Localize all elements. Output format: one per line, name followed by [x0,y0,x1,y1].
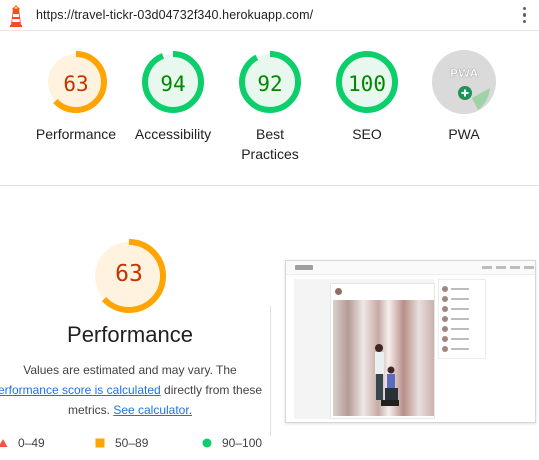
gauge-score: 92 [257,72,283,96]
thumb-sidebar-row [442,306,482,312]
gauge-label: Performance [35,126,117,142]
gauge-label-line2: Practices [241,146,299,162]
triangle-fail-icon [0,439,8,447]
desc-line1: Values are estimated and may vary. The [23,363,237,377]
gauge-label: Best Practices [220,124,320,164]
gauge-performance[interactable]: 63 Performance [26,50,126,144]
gauge-label: Accessibility [134,126,212,142]
thumb-sidebar-row [442,326,482,332]
thumb-sidebar-row [442,316,482,322]
gauge-label: SEO [352,126,382,142]
gauge-score: 100 [348,72,386,96]
thumb-sidebar-row [442,336,482,342]
url-bar: https://travel-tickr-03d04732f340.heroku… [0,0,539,31]
thumb-sidebar [438,279,486,359]
see-calculator-link[interactable]: See calculator. [113,403,192,417]
category-gauges: 63 Performance 94 Accessibility 92 Best … [0,32,539,182]
page-screenshot-thumbnail[interactable] [285,260,536,423]
thumb-nav [482,266,492,269]
gauge-score: 94 [160,72,186,96]
performance-title: Performance [67,322,193,347]
section-divider [0,185,539,186]
thumb-avatar [335,288,342,295]
legend-average: 50–89 [95,436,148,450]
thumb-sidebar-row [442,346,482,352]
thumb-nav [496,266,506,269]
desc-line3: metrics. [67,403,114,417]
gauge-label: PWA [448,126,480,142]
thumb-sidebar-row [442,286,482,292]
desc-line2: directly from these [160,383,263,397]
report-url[interactable]: https://travel-tickr-03d04732f340.heroku… [36,8,313,22]
gauge-pwa[interactable]: PWA PWA [414,50,514,144]
circle-pass-icon [202,438,212,448]
gauge-label-line1: Best [255,126,284,142]
legend-range: 50–89 [115,436,149,450]
square-average-icon [95,438,105,448]
performance-score-large: 63 [115,261,143,287]
thumb-nav [524,266,534,269]
gauge-score: 63 [63,72,89,96]
thumb-post-card [330,283,435,419]
lighthouse-icon [10,5,22,27]
performance-description: Values are estimated and may vary. The e… [0,360,270,420]
gauge-accessibility[interactable]: 94 Accessibility [123,50,223,144]
legend-pass: 90–100 [202,436,262,450]
gauge-best-practices[interactable]: 92 Best Practices [220,50,320,164]
vertical-divider [270,306,271,436]
thumb-people-figure [375,344,399,406]
gauge-seo[interactable]: 100 SEO [317,50,417,144]
thumb-logo [295,265,313,270]
pwa-badge-text: PWA [450,67,479,80]
score-calculated-link[interactable]: erformance score is calculated [0,383,161,397]
legend-fail: 0–49 [0,436,45,450]
kebab-menu-icon[interactable] [523,7,527,23]
pwa-badge-icon: PWA [432,50,496,114]
thumb-photo [333,300,434,416]
thumb-header [286,261,535,275]
thumb-nav [510,266,520,269]
thumb-sidebar-row [442,296,482,302]
legend-range: 90–100 [222,436,263,450]
legend-range: 0–49 [18,436,45,450]
